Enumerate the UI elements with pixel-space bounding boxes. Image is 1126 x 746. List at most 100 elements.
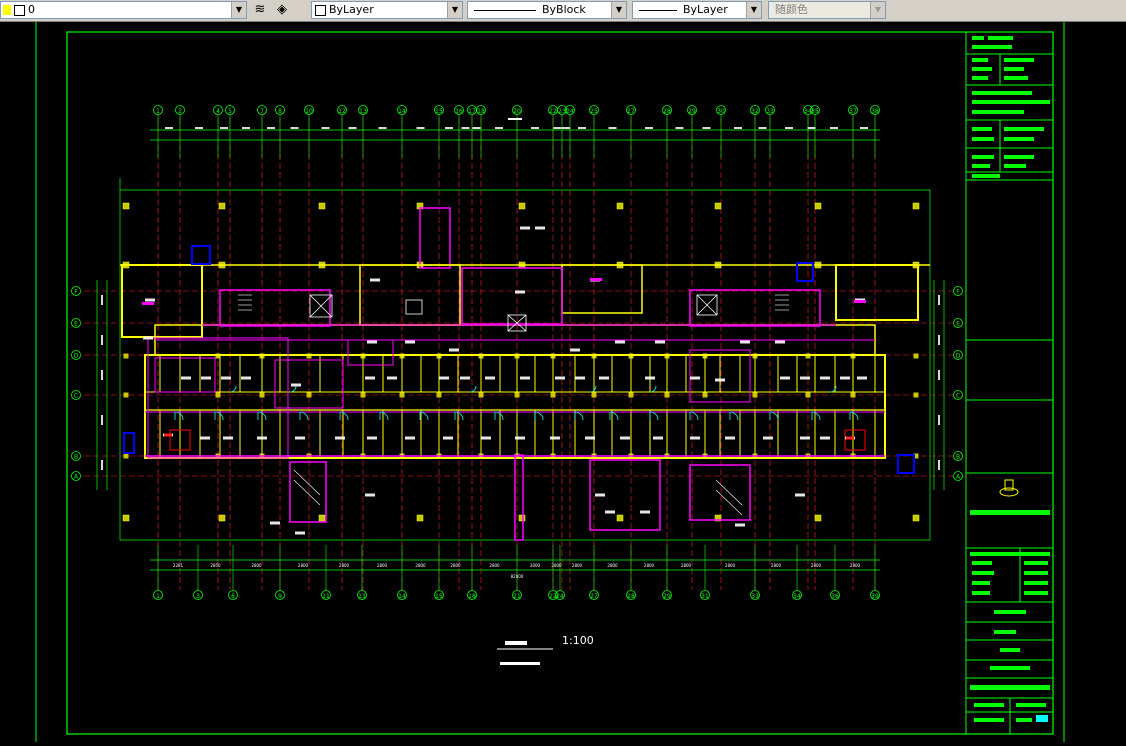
- plotstyle-dropdown: 随颜色 ▼: [768, 1, 886, 19]
- equipment-label: [164, 433, 172, 437]
- dimension-value: [938, 370, 940, 380]
- door-swing: [769, 411, 779, 421]
- axis-label: 34: [793, 593, 801, 600]
- axis-label: C: [74, 393, 78, 400]
- axis-label: 29: [663, 593, 671, 600]
- axis-label: 12: [338, 108, 346, 115]
- room-label: [460, 376, 470, 380]
- dimension-value: [445, 127, 453, 129]
- axis-label: 37: [849, 108, 857, 115]
- axis-label: 30: [717, 108, 725, 115]
- column: [215, 392, 221, 398]
- dimension-lines: [96, 129, 945, 571]
- structural-columns: [122, 202, 920, 522]
- room-label: [653, 436, 663, 440]
- column: [616, 202, 624, 210]
- layer-states-icon[interactable]: ≋: [251, 1, 269, 19]
- axis-label: 33: [766, 108, 774, 115]
- column: [913, 353, 919, 359]
- dimension-value: [553, 127, 562, 129]
- column: [850, 392, 856, 398]
- axis-label: 1: [156, 593, 160, 600]
- dimension-value: 2800: [489, 563, 500, 568]
- column: [416, 514, 424, 522]
- dimension-value: 2800: [572, 563, 583, 568]
- room-label: [221, 376, 231, 380]
- axis-label: 33: [751, 593, 759, 600]
- axis-label: E: [956, 321, 960, 328]
- door-swing: [339, 411, 349, 421]
- axis-label: 35: [811, 108, 819, 115]
- dimension-value: 2800: [681, 563, 692, 568]
- column: [550, 392, 556, 398]
- column: [912, 202, 920, 210]
- room-label: [735, 523, 745, 527]
- axis-label: 7: [260, 108, 264, 115]
- chevron-down-icon[interactable]: ▼: [231, 2, 246, 18]
- dimension-total: [508, 118, 522, 120]
- door-swing: [589, 385, 597, 393]
- dimension-value: 2800: [850, 563, 861, 568]
- layer-name: 0: [28, 3, 35, 16]
- drawing-canvas[interactable]: 1 2 4 5 7 8 10 12 13 14 15 16 17 18 20 22 23 24 25 27 28 29 30…: [0, 22, 1126, 742]
- chevron-down-icon[interactable]: ▼: [611, 2, 626, 18]
- room-label: [520, 376, 530, 380]
- door-swing: [379, 411, 389, 421]
- room-label: [295, 436, 305, 440]
- room-label: [795, 493, 805, 497]
- axis-label: 18: [468, 593, 476, 600]
- column: [664, 392, 670, 398]
- chevron-down-icon[interactable]: ▼: [746, 2, 761, 18]
- room-label: [820, 436, 830, 440]
- room-label: [241, 376, 251, 380]
- dimension-value: [645, 127, 653, 129]
- door-swing: [609, 411, 619, 421]
- column: [518, 202, 526, 210]
- dimension-value: [938, 335, 940, 345]
- dimension-value: [675, 127, 684, 129]
- axis-label: 14: [398, 593, 406, 600]
- chevron-down-icon[interactable]: ▼: [447, 2, 462, 18]
- dimension-value: [938, 295, 940, 305]
- linetype-value: ByBlock: [542, 3, 586, 16]
- dimension-value: 2281: [173, 563, 184, 568]
- room-label: [857, 376, 867, 380]
- axis-label: E: [74, 321, 78, 328]
- column: [399, 392, 405, 398]
- lineweight-sample-icon: [639, 9, 677, 11]
- room-label: [291, 383, 301, 387]
- axis-label: A: [74, 474, 79, 481]
- layer-dropdown[interactable]: 0 ▼: [0, 1, 247, 19]
- color-dropdown[interactable]: ByLayer ▼: [311, 1, 463, 19]
- door-swing: [174, 411, 184, 421]
- room-label: [145, 298, 155, 302]
- room-label: [605, 510, 615, 514]
- room-label: [599, 376, 609, 380]
- room-label: [515, 436, 525, 440]
- room-label: [223, 436, 233, 440]
- company-logo-icon: [999, 479, 1019, 497]
- layer-previous-icon[interactable]: ◈: [273, 1, 291, 19]
- drawing-caption: 1:100: [497, 634, 594, 665]
- dimension-value: [578, 127, 586, 129]
- linetype-dropdown[interactable]: ByBlock ▼: [467, 1, 627, 19]
- dimension-value: [562, 127, 570, 129]
- dimension-value: [461, 127, 470, 129]
- axis-label: 28: [663, 108, 671, 115]
- lineweight-dropdown[interactable]: ByLayer ▼: [632, 1, 762, 19]
- column: [318, 514, 326, 522]
- cad-drawing[interactable]: 1 2 4 5 7 8 10 12 13 14 15 16 17 18 20 22 23 24 25 27 28 29 30…: [0, 22, 1126, 742]
- column: [478, 392, 484, 398]
- axis-label: 11: [322, 593, 330, 600]
- axis-label: F: [74, 289, 78, 296]
- dimension-value: 2800: [450, 563, 461, 568]
- room-label: [257, 436, 267, 440]
- axis-label: C: [956, 393, 960, 400]
- column: [591, 392, 597, 398]
- door-swing: [229, 385, 237, 393]
- room-label: [443, 436, 453, 440]
- axis-label: 27: [627, 108, 635, 115]
- axis-label: 16: [455, 108, 463, 115]
- dimension-value: [758, 127, 767, 129]
- dimension-value: [860, 127, 868, 129]
